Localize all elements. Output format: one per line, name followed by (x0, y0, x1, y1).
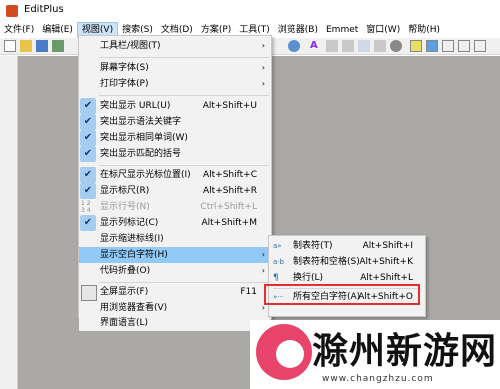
view-menu-view-in-browser[interactable]: 用浏览器查看(V) › (79, 300, 271, 316)
menu-help[interactable]: 帮助(H) (404, 22, 444, 38)
view-menu-show-whitespace[interactable]: 显示空白字符(H) › (79, 247, 271, 263)
view-menu-show-ruler[interactable]: ✔ 显示标尺(R) Alt+Shift+R (79, 183, 271, 199)
menu-browser[interactable]: 浏览器(B) (274, 22, 322, 38)
checkmark-icon: ✔ (80, 130, 96, 146)
browser-icon[interactable] (288, 40, 300, 52)
checkmark-icon: ✔ (80, 167, 96, 183)
menu-separator (99, 282, 269, 283)
save-all-icon[interactable] (52, 40, 64, 52)
chevron-right-icon: › (261, 79, 265, 88)
view-menu-column-marker[interactable]: ✔ 显示列标记(C) Alt+Shift+M (79, 215, 271, 231)
line-number-icon[interactable] (342, 40, 354, 52)
font-icon[interactable]: A (310, 40, 322, 52)
submenu-tab[interactable]: a» 制表符(T) Alt+Shift+I (269, 238, 425, 254)
title-bar: EditPlus (0, 0, 500, 22)
checkmark-icon: ✔ (80, 114, 96, 130)
ruler-icon[interactable] (326, 40, 338, 52)
left-toolbar (0, 56, 18, 389)
watermark-logo-icon (256, 324, 312, 380)
view-menu-print-font[interactable]: 打印字体(P) › (79, 76, 271, 92)
watermark: 滁州新游网 www.changzhzu.com (250, 320, 500, 389)
menu-edit[interactable]: 编辑(E) (38, 22, 77, 38)
chevron-right-icon: › (261, 41, 265, 50)
cliptext-icon[interactable] (410, 40, 422, 52)
wrap-icon[interactable] (374, 40, 386, 52)
menu-window[interactable]: 窗口(W) (362, 22, 404, 38)
view-menu-code-folding[interactable]: 代码折叠(O) › (79, 263, 271, 279)
view-menu-ui-language[interactable]: 界面语言(L) › (79, 315, 271, 331)
window-icon[interactable] (442, 40, 454, 52)
menu-separator (99, 165, 269, 166)
directory-icon[interactable] (426, 40, 438, 52)
submenu-tab-and-space[interactable]: a·b 制表符和空格(S) Alt+Shift+K (269, 254, 425, 270)
menu-separator (99, 95, 269, 96)
editplus-app-icon (6, 5, 18, 17)
checkmark-icon: ✔ (80, 98, 96, 114)
view-menu-fullscreen[interactable]: 全屏显示(F) F11 (79, 284, 271, 301)
tab-marker-icon: a» (273, 242, 282, 250)
menu-separator (99, 57, 269, 58)
highlight-annotation-box (264, 284, 420, 305)
watermark-url: www.changzhzu.com (322, 374, 434, 384)
cascade-icon[interactable] (474, 40, 486, 52)
view-menu-highlight-url[interactable]: ✔ 突出显示 URL(U) Alt+Shift+U (79, 98, 271, 114)
new-file-icon[interactable] (4, 40, 16, 52)
fullscreen-icon (81, 285, 97, 301)
checkmark-icon: ✔ (80, 183, 96, 199)
space-marker-icon: a·b (273, 258, 284, 266)
view-menu-highlight-brackets[interactable]: ✔ 突出显示匹配的括号 (79, 146, 271, 162)
column-icon[interactable] (358, 40, 370, 52)
chevron-right-icon: › (261, 266, 265, 275)
view-menu-line-numbers[interactable]: 1 23 4 显示行号(N) Ctrl+Shift+L (79, 199, 271, 215)
tile-icon[interactable] (458, 40, 470, 52)
settings-icon[interactable] (390, 40, 402, 52)
window-title: EditPlus (24, 4, 64, 15)
view-menu-indent-guides[interactable]: 显示缩进标线(I) (79, 231, 271, 247)
save-icon[interactable] (36, 40, 48, 52)
checkmark-icon: ✔ (80, 146, 96, 162)
view-menu-toolbar[interactable]: 工具栏/视图(T) › (79, 38, 271, 54)
chevron-right-icon: › (261, 63, 265, 72)
view-menu-screen-font[interactable]: 屏幕字体(S) › (79, 60, 271, 76)
chevron-right-icon: › (261, 250, 265, 259)
view-menu-dropdown: 工具栏/视图(T) › 屏幕字体(S) › 打印字体(P) › ✔ 突出显示 U… (78, 35, 272, 319)
menu-emmet[interactable]: Emmet (322, 22, 362, 38)
open-folder-icon[interactable] (20, 40, 32, 52)
view-menu-highlight-syntax[interactable]: ✔ 突出显示语法关键字 (79, 114, 271, 130)
watermark-text: 滁州新游网 (312, 331, 498, 372)
menu-file[interactable]: 文件(F) (0, 22, 38, 38)
line-number-icon: 1 23 4 (81, 200, 91, 214)
view-menu-highlight-same-word[interactable]: ✔ 突出显示相同单词(W) (79, 130, 271, 146)
view-menu-cursor-on-ruler[interactable]: ✔ 在标尺显示光标位置(I) Alt+Shift+C (79, 167, 271, 183)
checkmark-icon: ✔ (80, 215, 96, 231)
